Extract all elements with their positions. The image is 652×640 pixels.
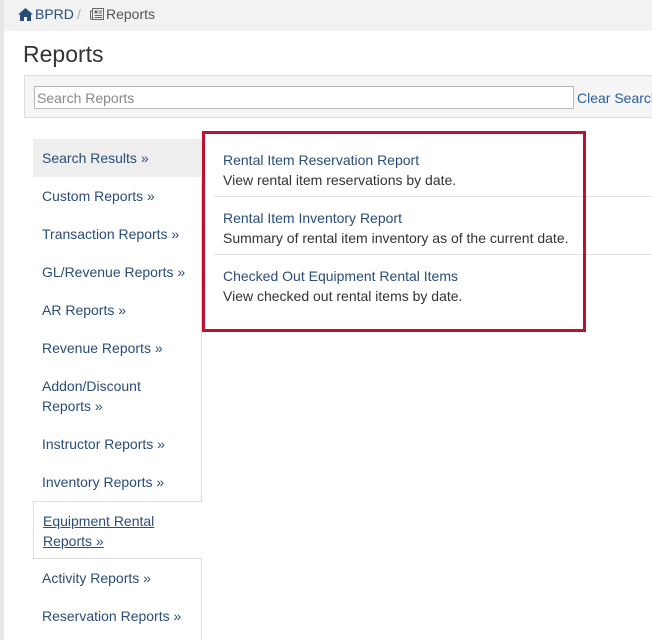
- sidebar-item-instructor-reports[interactable]: Instructor Reports »: [33, 425, 203, 463]
- breadcrumb: BPRD / Reports: [4, 0, 652, 31]
- clear-search-link[interactable]: Clear Search: [577, 88, 652, 108]
- sidebar-item-reservation-reports[interactable]: Reservation Reports »: [33, 597, 203, 635]
- result-item: Rental Item Inventory Report Summary of …: [205, 208, 583, 248]
- home-icon: [18, 7, 33, 21]
- sidebar-item-gl-revenue-reports[interactable]: GL/Revenue Reports »: [33, 253, 203, 291]
- breadcrumb-separator: /: [77, 6, 81, 22]
- result-item: Checked Out Equipment Rental Items View …: [205, 266, 583, 306]
- breadcrumb-reports: Reports: [90, 5, 155, 23]
- result-description: View rental item reservations by date.: [223, 172, 457, 188]
- sidebar-item-equipment-rental-label: Equipment Rental Reports »: [43, 513, 155, 549]
- sidebar-item-addon-discount-reports[interactable]: Addon/Discount Reports »: [33, 367, 163, 425]
- breadcrumb-home-link[interactable]: BPRD: [18, 5, 74, 23]
- sidebar-item-equipment-rental-reports[interactable]: Equipment Rental Reports »: [33, 501, 203, 559]
- result-description: View checked out rental items by date.: [223, 288, 463, 304]
- result-description: Summary of rental item inventory as of t…: [223, 230, 569, 246]
- search-results-highlight: Rental Item Reservation Report View rent…: [202, 131, 586, 332]
- result-title-link[interactable]: Rental Item Reservation Report: [223, 150, 583, 170]
- sidebar-item-revenue-reports[interactable]: Revenue Reports »: [33, 329, 203, 367]
- page-title: Reports: [23, 41, 104, 67]
- result-title-link[interactable]: Rental Item Inventory Report: [223, 208, 583, 228]
- sidebar-item-activity-reports[interactable]: Activity Reports »: [33, 559, 203, 597]
- breadcrumb-home-label: BPRD: [35, 6, 74, 22]
- sidebar-item-custom-reports[interactable]: Custom Reports »: [33, 177, 203, 215]
- search-input[interactable]: [34, 86, 574, 109]
- result-item: Rental Item Reservation Report View rent…: [205, 150, 583, 190]
- left-rail: [0, 0, 4, 640]
- sidebar-item-search-results[interactable]: Search Results »: [33, 139, 203, 177]
- newspaper-icon: [90, 8, 104, 20]
- sidebar-item-ar-reports[interactable]: AR Reports »: [33, 291, 203, 329]
- sidebar-item-transaction-reports[interactable]: Transaction Reports »: [33, 215, 203, 253]
- sidebar-item-inventory-reports[interactable]: Inventory Reports »: [33, 463, 203, 501]
- breadcrumb-reports-label: Reports: [106, 6, 156, 22]
- result-title-link[interactable]: Checked Out Equipment Rental Items: [223, 266, 583, 286]
- report-category-sidebar: Search Results » Custom Reports » Transa…: [33, 139, 203, 640]
- search-bar: Clear Search: [24, 75, 652, 118]
